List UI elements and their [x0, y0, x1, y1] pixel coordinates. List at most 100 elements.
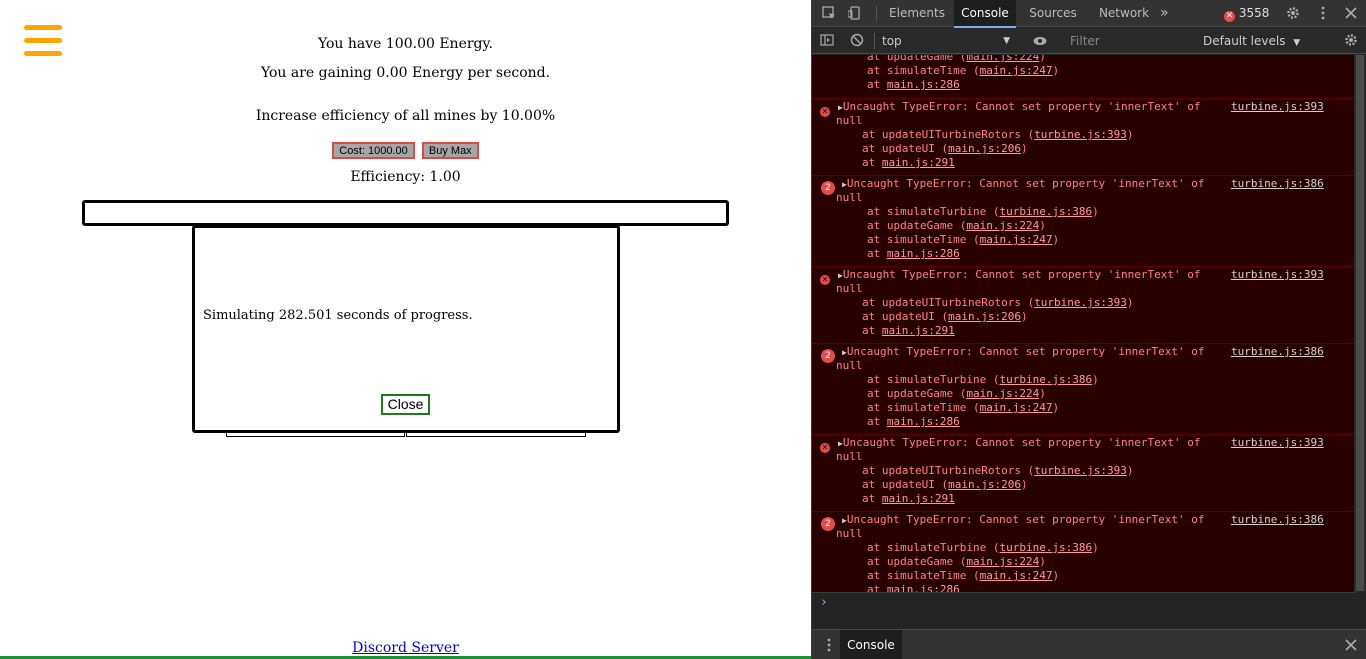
console-error-message[interactable]: 2 ▶Uncaught TypeError: Cannot set propert…: [812, 175, 1355, 266]
source-link[interactable]: turbine.js:386: [1231, 345, 1324, 359]
close-button[interactable]: Close: [381, 394, 430, 415]
discord-link[interactable]: Discord Server: [0, 640, 811, 656]
stack-frame[interactable]: at simulateTurbine (turbine.js:386): [867, 541, 1099, 555]
close-devtools-icon[interactable]: [1344, 6, 1358, 20]
upgrade-description: Increase efficiency of all mines by 10.0…: [255, 108, 556, 124]
cost-button[interactable]: Cost: 1000.00: [332, 142, 415, 159]
stack-frame[interactable]: at simulateTurbine (turbine.js:386): [867, 373, 1099, 387]
error-heading[interactable]: ▶Uncaught TypeError: Cannot set property…: [838, 436, 1200, 450]
error-heading[interactable]: ▶Uncaught TypeError: Cannot set property…: [838, 100, 1200, 114]
buy-max-button[interactable]: Buy Max: [421, 142, 479, 159]
energy-amount: You have 100.00 Energy.: [317, 36, 494, 52]
console-toolbar: top ▼ Default levels ▼: [812, 28, 1366, 54]
stack-frame[interactable]: at main.js:286: [867, 583, 960, 592]
stack-frame[interactable]: at main.js:286: [867, 78, 960, 92]
stack-frame[interactable]: at updateUITurbineRotors (turbine.js:393…: [862, 296, 1134, 310]
game-page: You have 100.00 Energy. You are gaining …: [0, 0, 811, 659]
clear-console-icon[interactable]: [850, 33, 864, 47]
modal-message: Simulating 282.501 seconds of progress.: [203, 308, 473, 323]
sidebar-toggle-icon[interactable]: [820, 33, 834, 47]
console-messages[interactable]: at updateGame (main.js:224) at simulateTi…: [812, 55, 1355, 592]
drawer-tab-console[interactable]: Console: [840, 630, 902, 659]
stack-frame[interactable]: at updateGame (main.js:224): [867, 55, 1046, 64]
stack-frame[interactable]: at simulateTime (main.js:247): [867, 569, 1059, 583]
toolbar-divider: [874, 33, 875, 49]
console-error-message[interactable]: 2 ▶Uncaught TypeError: Cannot set propert…: [812, 511, 1355, 592]
device-toolbar-icon[interactable]: [848, 6, 862, 20]
console-error-message[interactable]: ✕ ▶Uncaught TypeError: Cannot set propert…: [812, 434, 1355, 511]
stack-frame[interactable]: at updateUI (main.js:206): [862, 310, 1028, 324]
filter-input[interactable]: [1064, 31, 1194, 51]
devtools-tabbar: Elements Console Sources Network » ✕ 355…: [812, 0, 1366, 28]
close-drawer-icon[interactable]: [1344, 638, 1358, 652]
source-link[interactable]: turbine.js:393: [1231, 436, 1324, 450]
live-expression-eye-icon[interactable]: [1033, 34, 1047, 48]
error-heading-text: Uncaught TypeError: Cannot set property …: [846, 345, 1205, 358]
kebab-menu-icon[interactable]: [1316, 6, 1330, 20]
console-scrollbar[interactable]: [1354, 55, 1366, 592]
console-error-message[interactable]: 2 ▶Uncaught TypeError: Cannot set propert…: [812, 343, 1355, 434]
context-value: top: [882, 34, 902, 48]
tab-console[interactable]: Console: [954, 0, 1016, 28]
stack-frame[interactable]: at updateUI (main.js:206): [862, 478, 1028, 492]
error-icon: ✕: [820, 275, 830, 285]
stack-frame[interactable]: at main.js:286: [867, 247, 960, 261]
error-heading[interactable]: ▶Uncaught TypeError: Cannot set property…: [842, 345, 1204, 359]
tab-bar: [82, 200, 729, 226]
error-heading[interactable]: ▶Uncaught TypeError: Cannot set property…: [838, 268, 1200, 282]
source-link[interactable]: turbine.js:386: [1231, 177, 1324, 191]
more-tabs-icon[interactable]: »: [1160, 0, 1176, 27]
log-levels-dropdown[interactable]: Default levels ▼: [1203, 31, 1300, 53]
repeat-count-badge: 2: [821, 349, 835, 363]
error-heading[interactable]: ▶Uncaught TypeError: Cannot set property…: [842, 177, 1204, 191]
stack-frame[interactable]: at main.js:286: [867, 415, 960, 429]
stack-frame[interactable]: at simulateTurbine (turbine.js:386): [867, 205, 1099, 219]
error-heading-text: Uncaught TypeError: Cannot set property …: [842, 100, 1201, 113]
repeat-count-badge: 2: [821, 517, 835, 531]
stack-frame[interactable]: at main.js:291: [862, 492, 955, 506]
console-prompt[interactable]: ›: [812, 592, 1355, 628]
devtools-panel: Elements Console Sources Network » ✕ 355…: [811, 0, 1366, 659]
error-heading-null: null: [836, 359, 863, 372]
stack-frame[interactable]: at updateGame (main.js:224): [867, 387, 1046, 401]
stack-frame[interactable]: at main.js:291: [862, 156, 955, 170]
inspect-icon[interactable]: [822, 6, 836, 20]
error-heading-null: null: [836, 527, 863, 540]
stack-frame[interactable]: at updateUI (main.js:206): [862, 142, 1028, 156]
source-link[interactable]: turbine.js:386: [1231, 513, 1324, 527]
stack-frame[interactable]: at simulateTime (main.js:247): [867, 401, 1059, 415]
console-error-message[interactable]: ✕ ▶Uncaught TypeError: Cannot set propert…: [812, 98, 1355, 175]
error-count-badge[interactable]: ✕ 3558: [1224, 6, 1269, 22]
error-heading-text: Uncaught TypeError: Cannot set property …: [842, 268, 1201, 281]
energy-rate: You are gaining 0.00 Energy per second.: [260, 65, 551, 81]
console-error-message[interactable]: at updateGame (main.js:224) at simulateTi…: [812, 55, 1355, 98]
error-heading-text: Uncaught TypeError: Cannot set property …: [846, 177, 1205, 190]
settings-gear-icon[interactable]: [1286, 6, 1300, 20]
chevron-down-icon: ▼: [1293, 38, 1301, 48]
error-heading-text: Uncaught TypeError: Cannot set property …: [846, 513, 1205, 526]
stack-frame[interactable]: at updateGame (main.js:224): [867, 219, 1046, 233]
tab-elements[interactable]: Elements: [885, 0, 949, 27]
stack-frame[interactable]: at updateGame (main.js:224): [867, 555, 1046, 569]
stack-frame[interactable]: at main.js:291: [862, 324, 955, 338]
scrollbar-thumb[interactable]: [1356, 55, 1364, 591]
drawer-menu-icon[interactable]: [822, 638, 836, 652]
stack-frame[interactable]: at updateUITurbineRotors (turbine.js:393…: [862, 464, 1134, 478]
prompt-caret-icon: ›: [820, 595, 828, 610]
context-select[interactable]: top ▼: [882, 31, 1016, 51]
source-link[interactable]: turbine.js:393: [1231, 268, 1324, 282]
error-heading-null: null: [836, 114, 863, 127]
tab-network[interactable]: Network: [1090, 0, 1158, 27]
stack-frame[interactable]: at simulateTime (main.js:247): [867, 64, 1059, 78]
error-heading[interactable]: ▶Uncaught TypeError: Cannot set property…: [842, 513, 1204, 527]
discord-link-label[interactable]: Discord Server: [352, 640, 459, 656]
tab-sources[interactable]: Sources: [1022, 0, 1084, 27]
error-icon: ✕: [820, 443, 830, 453]
error-icon: ✕: [1224, 11, 1235, 22]
source-link[interactable]: turbine.js:393: [1231, 100, 1324, 114]
console-settings-gear-icon[interactable]: [1344, 33, 1358, 47]
devtools-drawer: Console: [812, 629, 1366, 659]
stack-frame[interactable]: at simulateTime (main.js:247): [867, 233, 1059, 247]
console-error-message[interactable]: ✕ ▶Uncaught TypeError: Cannot set propert…: [812, 266, 1355, 343]
stack-frame[interactable]: at updateUITurbineRotors (turbine.js:393…: [862, 128, 1134, 142]
